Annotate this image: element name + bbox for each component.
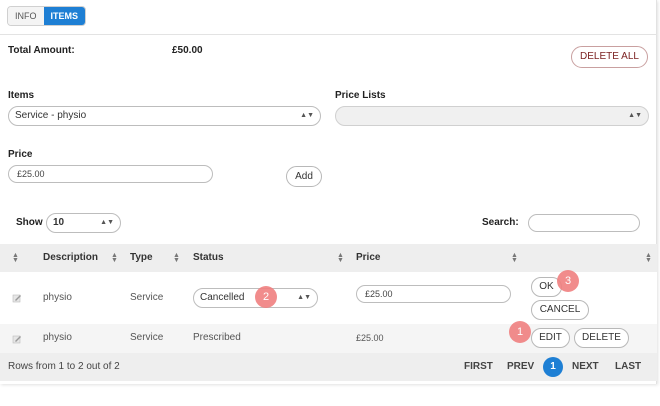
column-header-type[interactable]: Type (130, 244, 153, 272)
cell-description: physio (43, 292, 72, 303)
page-size-value: 10 (53, 217, 65, 228)
cell-description: physio (43, 332, 72, 343)
total-amount-value: £50.00 (172, 45, 203, 56)
sort-icon[interactable]: ▲ ▼ (111, 252, 118, 264)
cell-status: Prescribed (193, 332, 241, 343)
edit-icon[interactable] (12, 334, 22, 344)
first-page-link[interactable]: FIRST (464, 361, 493, 372)
sort-icon[interactable]: ▲ ▼ (337, 252, 344, 264)
sort-icon[interactable]: ▲ ▼ (645, 252, 652, 264)
annotation-badge-3: 3 (557, 270, 579, 292)
tab-bar: INFO ITEMS (7, 6, 87, 26)
prev-page-link[interactable]: PREV (507, 361, 534, 372)
next-page-link[interactable]: NEXT (572, 361, 599, 372)
chevron-down-icon: ▲▼ (100, 219, 114, 226)
cell-price: £25.00 (356, 333, 384, 343)
annotation-badge-1: 1 (509, 321, 531, 343)
price-lists-select[interactable]: ▲▼ (335, 106, 649, 126)
column-header-description[interactable]: Description (43, 244, 98, 272)
divider (0, 34, 657, 35)
chevron-down-icon: ▲▼ (297, 294, 311, 301)
column-header-price[interactable]: Price (356, 244, 380, 272)
sort-icon[interactable]: ▲ ▼ (173, 252, 180, 264)
rows-info: Rows from 1 to 2 out of 2 (8, 361, 120, 372)
delete-all-button[interactable]: DELETE ALL (571, 46, 648, 68)
current-page-indicator[interactable]: 1 (543, 357, 563, 377)
items-select-value: Service - physio (15, 110, 87, 121)
table-footer: Rows from 1 to 2 out of 2 FIRST PREV 1 N… (0, 353, 657, 381)
edit-icon[interactable] (12, 293, 22, 303)
items-select[interactable]: Service - physio ▲▼ (8, 106, 321, 126)
cell-type: Service (130, 292, 164, 303)
sort-icon[interactable]: ▲ ▼ (511, 252, 518, 264)
page-size-select[interactable]: 10 ▲▼ (46, 213, 121, 233)
chevron-down-icon: ▲▼ (628, 112, 642, 119)
add-button[interactable]: Add (286, 166, 322, 187)
annotation-badge-2: 2 (255, 286, 277, 308)
status-select-value: Cancelled (200, 292, 245, 303)
show-label: Show (16, 217, 43, 228)
price-lists-label: Price Lists (335, 90, 386, 101)
price-input[interactable]: £25.00 (8, 165, 213, 183)
sort-icon[interactable]: ▲ ▼ (12, 252, 19, 264)
tab-items[interactable]: ITEMS (43, 7, 86, 25)
price-label: Price (8, 149, 33, 160)
edit-button[interactable]: EDIT (531, 328, 570, 348)
table-row: physio Service Prescribed £25.00 EDIT DE… (0, 324, 657, 353)
total-amount-label: Total Amount: (8, 45, 75, 56)
items-label: Items (8, 90, 35, 101)
price-edit-input[interactable]: £25.00 (356, 285, 511, 303)
table-header: ▲ ▼ Description ▲ ▼ Type ▲ ▼ Status ▲ ▼ Pric… (0, 244, 657, 272)
delete-button[interactable]: DELETE (574, 328, 629, 348)
cancel-button[interactable]: CANCEL (531, 300, 589, 320)
tab-info[interactable]: INFO (8, 7, 44, 25)
search-input[interactable] (528, 214, 640, 232)
cell-type: Service (130, 332, 164, 343)
search-label: Search: (482, 217, 519, 228)
items-panel: INFO ITEMS Total Amount: £50.00 DELETE A… (0, 0, 657, 384)
column-header-status[interactable]: Status (193, 244, 224, 272)
last-page-link[interactable]: LAST (615, 361, 641, 372)
chevron-down-icon: ▲▼ (300, 112, 314, 119)
